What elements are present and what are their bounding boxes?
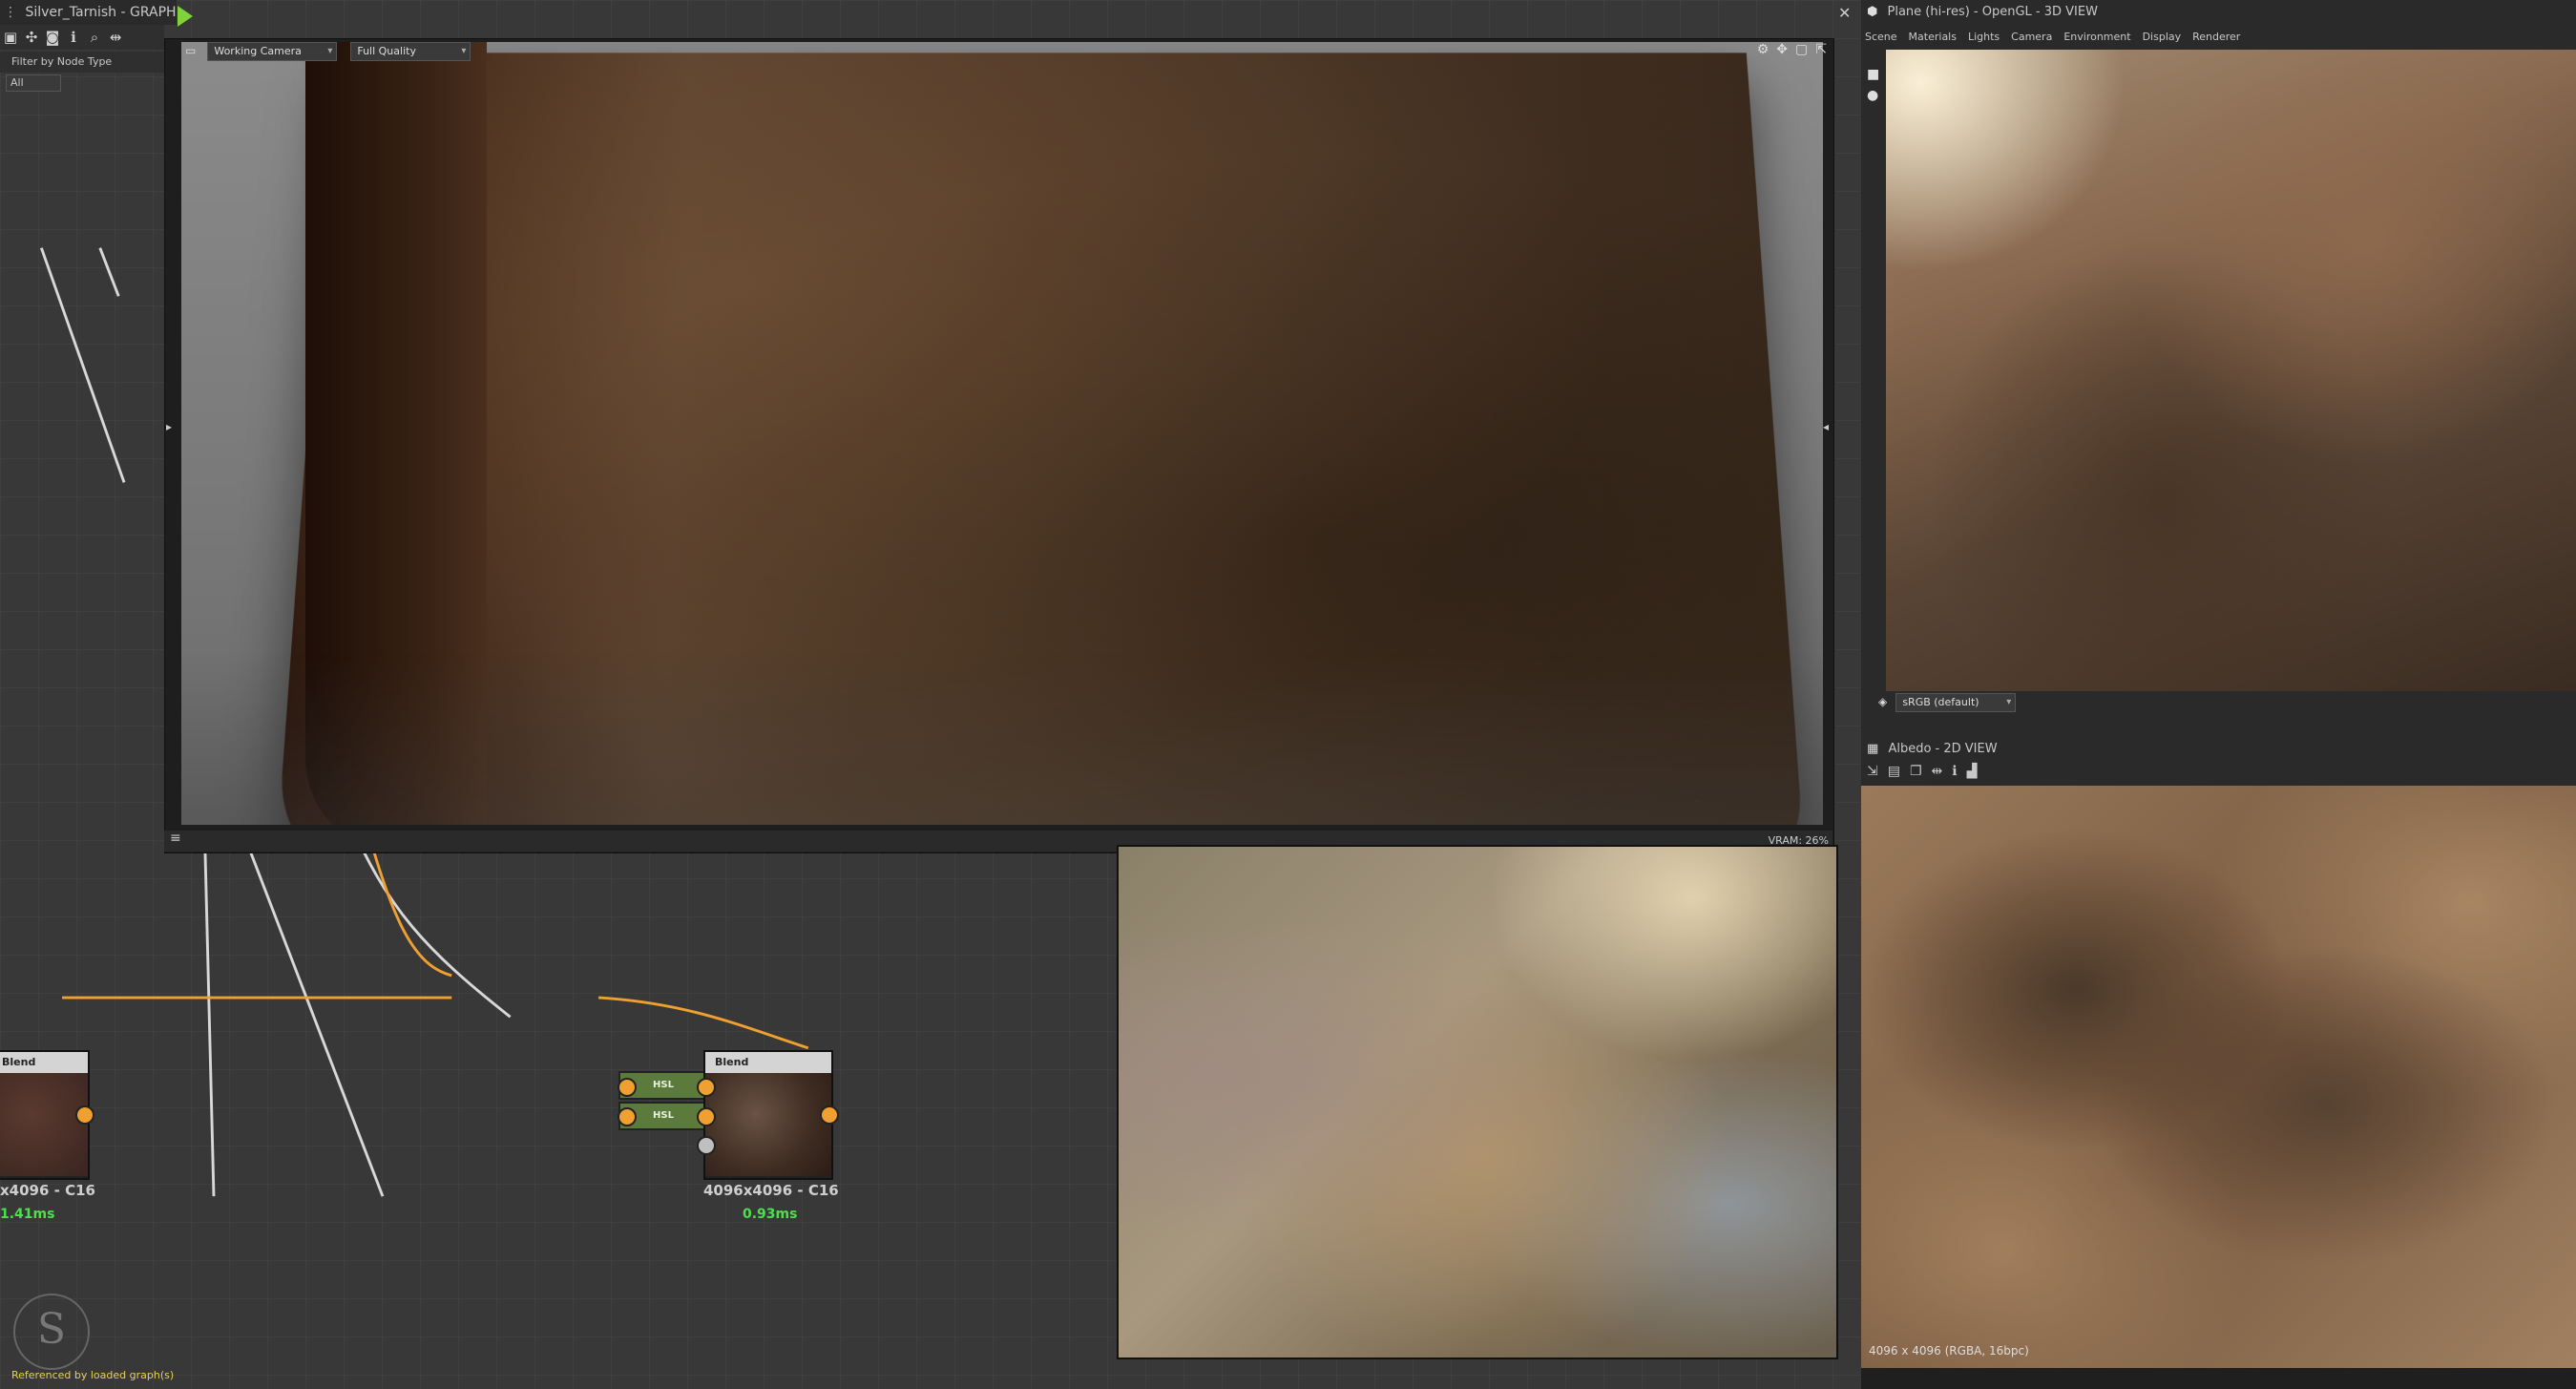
frame-icon[interactable]: ▣ <box>0 25 21 50</box>
light-icon[interactable]: ● <box>1861 82 1886 103</box>
menu-icon[interactable]: ≡ <box>164 831 181 846</box>
viewport-icons: ⚙ ✥ ▢ ⇱ <box>1757 42 1827 57</box>
blend-node[interactable]: Blend <box>703 1050 833 1180</box>
menu-renderer[interactable]: Renderer <box>2192 27 2240 48</box>
histogram-icon[interactable]: ▟ <box>1967 764 1978 785</box>
info-icon[interactable]: ℹ <box>63 25 84 50</box>
menu-lights[interactable]: Lights <box>1968 27 2000 48</box>
menu-materials[interactable]: Materials <box>1909 27 1957 48</box>
play-icon[interactable] <box>178 6 193 27</box>
view2d-toolbar: ⇲ ▤ ❐ ⇹ ℹ ▟ <box>1861 764 2576 785</box>
menu-camera[interactable]: Camera <box>2011 27 2052 48</box>
filter-select[interactable]: All <box>6 74 61 92</box>
move-icon[interactable]: ✥ <box>1776 42 1788 57</box>
video-camera-icon[interactable]: ■ <box>1861 50 1886 82</box>
save-icon[interactable]: ▤ <box>1888 764 1900 785</box>
view2d-title: Albedo - 2D VIEW <box>1888 742 1997 756</box>
camera-icon[interactable]: ◙ <box>42 25 63 50</box>
graph-toolbar: ▣ ✣ ◙ ℹ ⌕ ⇹ <box>0 25 164 50</box>
node-caption: 4096x4096 - C16 <box>703 1182 839 1199</box>
output-port[interactable] <box>820 1105 839 1125</box>
link-icon[interactable]: ⇹ <box>105 25 126 50</box>
input-port[interactable] <box>697 1078 716 1097</box>
graph-titlebar: ⋮ Silver_Tarnish - GRAPH <box>0 0 177 25</box>
node-thumbnail <box>705 1073 831 1176</box>
fit-icon[interactable]: ✣ <box>21 25 42 50</box>
view3d-sidebar: ■ ● <box>1861 50 1886 691</box>
view3d-title: Plane (hi-res) - OpenGL - 3D VIEW <box>1888 5 2098 19</box>
reference-photo <box>1117 845 1838 1359</box>
input-port[interactable] <box>618 1078 637 1097</box>
viewport-toolbar: ▭ Working Camera Full Quality <box>181 42 471 63</box>
output-port[interactable] <box>75 1105 94 1125</box>
popout-icon[interactable]: ⇱ <box>1815 42 1827 57</box>
input-port[interactable] <box>697 1107 716 1126</box>
view3d-footer: ◈ sRGB (default) <box>1861 691 2576 714</box>
view2d-titlebar: ▦ Albedo - 2D VIEW <box>1861 737 2576 762</box>
filter-label: Filter by Node Type <box>0 55 112 68</box>
menu-scene[interactable]: Scene <box>1865 27 1897 48</box>
info-icon[interactable]: ℹ <box>1952 764 1957 785</box>
node-title: Blend <box>0 1052 88 1073</box>
copy-icon[interactable]: ❐ <box>1910 764 1922 785</box>
node-caption: x4096 - C16 <box>0 1182 95 1199</box>
settings-icon[interactable]: ⚙ <box>1757 42 1770 57</box>
node-title: Blend <box>705 1052 831 1073</box>
viewport-render[interactable] <box>181 42 1823 825</box>
image-icon: ▦ <box>1861 742 1884 756</box>
referenced-label: Referenced by loaded graph(s) <box>11 1369 174 1381</box>
quality-select[interactable]: Full Quality <box>350 42 471 61</box>
node-time: 0.93ms <box>743 1207 797 1222</box>
input-port[interactable] <box>697 1136 716 1155</box>
export-icon[interactable]: ⇲ <box>1867 764 1878 785</box>
graph-icon: ⋮ <box>0 5 21 20</box>
node-thumbnail <box>0 1073 88 1176</box>
cube-icon: ⬢ <box>1861 5 1883 19</box>
floor <box>181 653 1823 825</box>
input-port[interactable] <box>618 1107 637 1126</box>
menu-display[interactable]: Display <box>2143 27 2182 48</box>
view3d-menubar: Scene Materials Lights Camera Environmen… <box>1861 27 2576 48</box>
graph-title: Silver_Tarnish - GRAPH <box>25 5 176 20</box>
camera-icon: ▭ <box>181 42 199 63</box>
collapse-right-icon[interactable]: ◂ <box>1823 420 1829 433</box>
close-icon[interactable]: ✕ <box>1838 4 1851 22</box>
menu-environment[interactable]: Environment <box>2063 27 2130 48</box>
node-type-filter: Filter by Node Type All <box>0 52 164 73</box>
view2d-bottombar <box>1861 1368 2576 1389</box>
layers-icon: ◈ <box>1878 695 1887 708</box>
view2d-info: 4096 x 4096 (RGBA, 16bpc) <box>1869 1344 2029 1357</box>
maximize-icon[interactable]: ▢ <box>1795 42 1808 57</box>
view3d-titlebar: ⬢ Plane (hi-res) - OpenGL - 3D VIEW <box>1861 0 2576 25</box>
view2d-image[interactable] <box>1861 786 2576 1368</box>
colorspace-select[interactable]: sRGB (default) <box>1895 693 2016 712</box>
tile-icon[interactable]: ⇹ <box>1932 764 1943 785</box>
collapse-left-icon[interactable]: ▸ <box>166 420 172 433</box>
search-icon[interactable]: ⌕ <box>84 25 105 50</box>
camera-select[interactable]: Working Camera <box>207 42 337 61</box>
node-time: 1.41ms <box>0 1207 54 1222</box>
view3d-render[interactable] <box>1886 50 2576 691</box>
substance-logo: S <box>13 1294 90 1370</box>
